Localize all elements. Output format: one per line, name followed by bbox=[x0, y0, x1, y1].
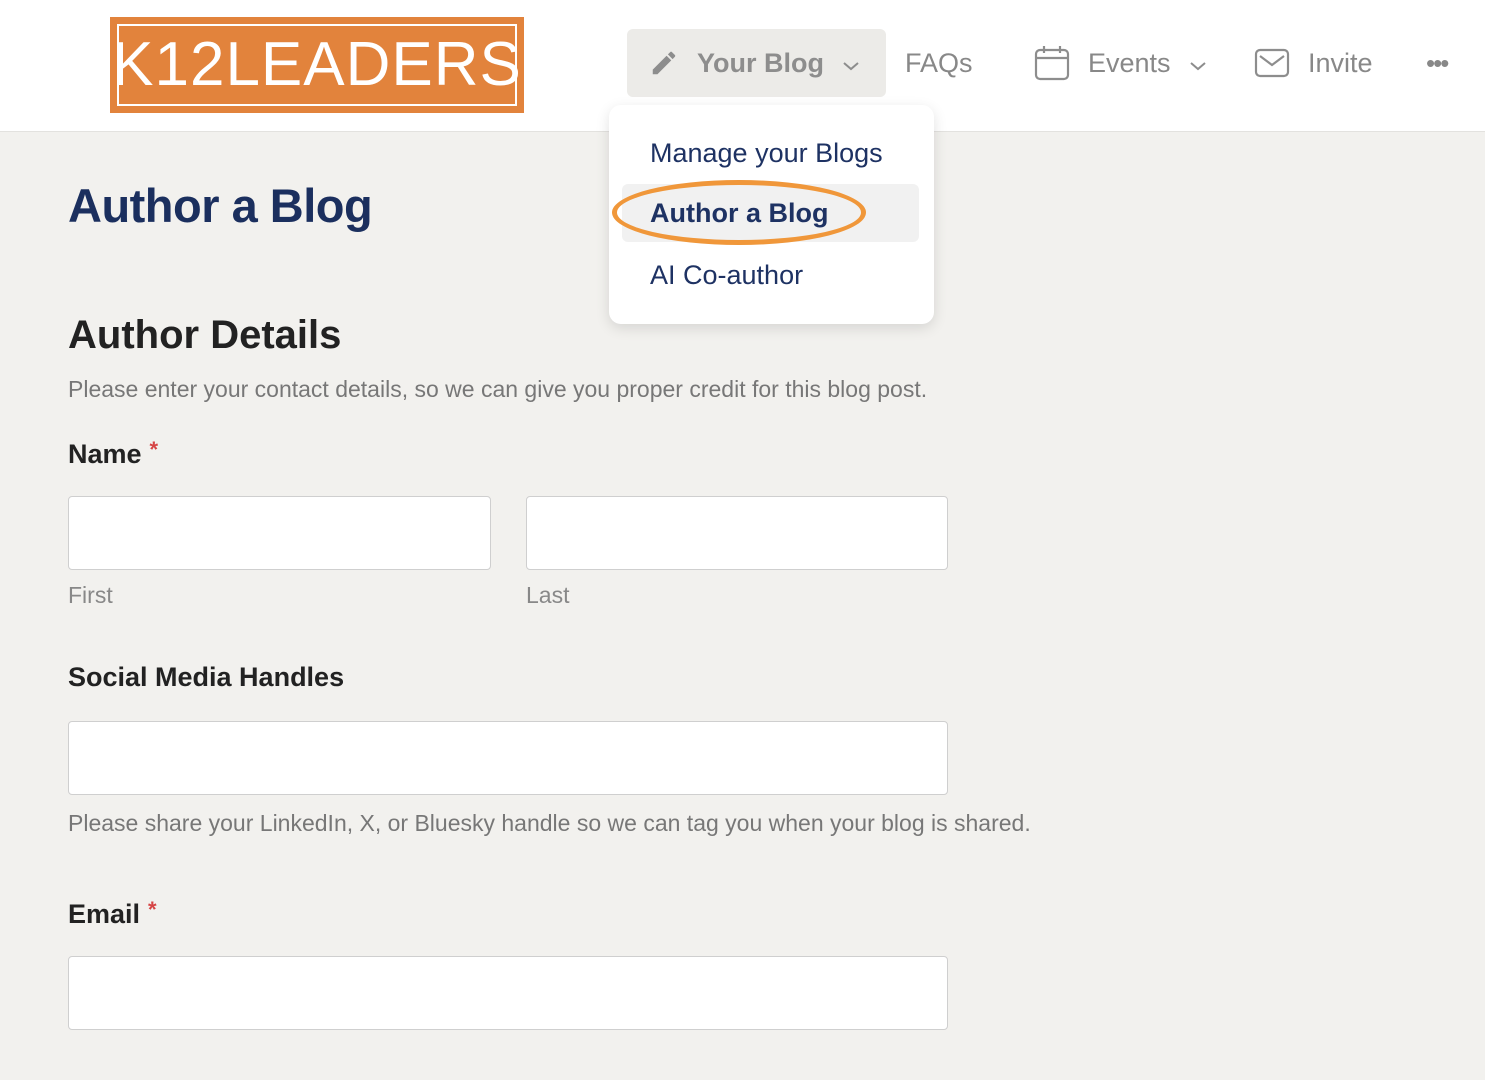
required-asterisk: * bbox=[149, 437, 159, 462]
nav-events-label: Events bbox=[1088, 47, 1171, 78]
logo-text: K12LEADERS bbox=[112, 24, 521, 106]
ellipsis-icon: ••• bbox=[1426, 47, 1449, 78]
nav-invite[interactable]: Invite bbox=[1254, 29, 1373, 97]
nav-faqs[interactable]: FAQs bbox=[905, 29, 973, 97]
social-media-help: Please share your LinkedIn, X, or Bluesk… bbox=[68, 810, 1031, 836]
envelope-icon bbox=[1254, 48, 1290, 78]
author-details-description: Please enter your contact details, so we… bbox=[68, 376, 928, 402]
your-blog-dropdown: Manage your Blogs Author a Blog AI Co-au… bbox=[609, 105, 934, 324]
calendar-icon bbox=[1034, 45, 1070, 81]
more-menu-button[interactable]: ••• bbox=[1426, 29, 1449, 97]
email-label: Email * bbox=[68, 897, 157, 930]
email-label-text: Email bbox=[68, 899, 141, 929]
nav-invite-label: Invite bbox=[1308, 47, 1373, 78]
name-label: Name * bbox=[68, 437, 158, 470]
nav-events[interactable]: Events bbox=[1034, 29, 1207, 97]
pencil-icon bbox=[649, 48, 679, 78]
first-name-input[interactable] bbox=[68, 496, 491, 570]
nav-your-blog[interactable]: Your Blog bbox=[627, 29, 886, 97]
menu-item-ai-coauthor[interactable]: AI Co-author bbox=[622, 246, 919, 304]
author-details-heading: Author Details bbox=[68, 313, 342, 357]
last-name-sublabel: Last bbox=[526, 582, 570, 608]
chevron-down-icon bbox=[1189, 48, 1207, 79]
menu-item-manage-blogs[interactable]: Manage your Blogs bbox=[622, 124, 919, 182]
name-label-text: Name bbox=[68, 439, 142, 469]
chevron-down-icon bbox=[842, 48, 860, 79]
social-media-input[interactable] bbox=[68, 721, 948, 795]
social-media-label: Social Media Handles bbox=[68, 662, 345, 692]
email-input[interactable] bbox=[68, 956, 948, 1030]
nav-your-blog-label: Your Blog bbox=[697, 47, 824, 78]
last-name-input[interactable] bbox=[526, 496, 948, 570]
nav-faqs-label: FAQs bbox=[905, 47, 973, 78]
menu-item-author-blog[interactable]: Author a Blog bbox=[622, 184, 919, 242]
first-name-sublabel: First bbox=[68, 582, 113, 608]
page-title: Author a Blog bbox=[68, 179, 373, 232]
site-logo[interactable]: K12LEADERS bbox=[110, 17, 524, 113]
required-asterisk: * bbox=[148, 897, 157, 922]
